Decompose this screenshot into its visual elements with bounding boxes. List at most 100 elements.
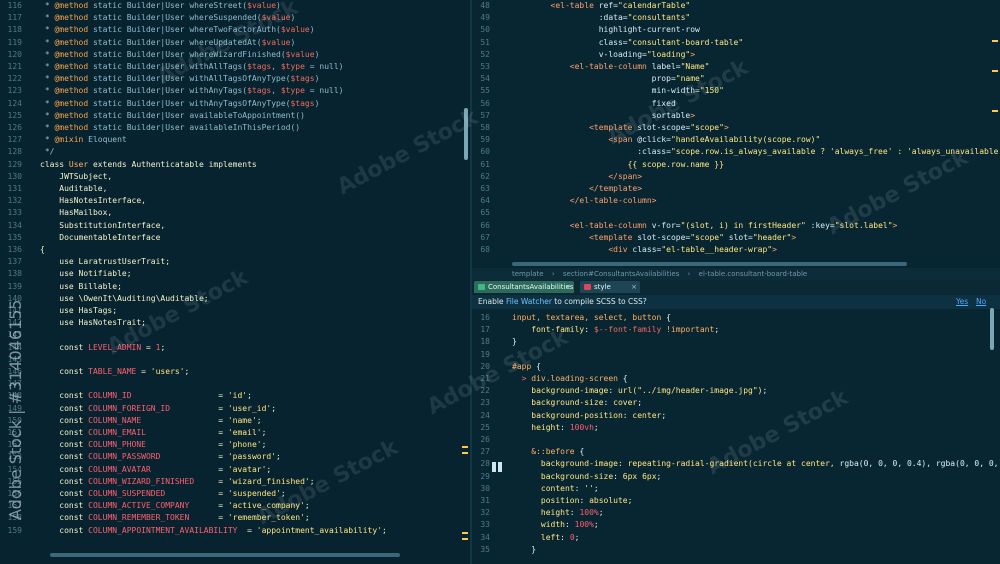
code-line[interactable]: 150 const COLUMN_NAME = 'name';	[0, 415, 470, 427]
code-token: @method	[54, 49, 89, 59]
code-token: COLUMN_PHONE	[88, 440, 146, 450]
code-line[interactable]: 59 <span @click="handleAvailability(scop…	[472, 134, 1000, 146]
code-line[interactable]: 58 <template slot-scope="scope">	[472, 122, 1000, 134]
code-line[interactable]: 117 * @method static Builder|User whereS…	[0, 12, 470, 24]
code-line[interactable]: 22 background-image: url("../img/header-…	[472, 385, 1000, 397]
code-line[interactable]: 157 const COLUMN_ACTIVE_COMPANY = 'activ…	[0, 500, 470, 512]
code-line[interactable]: 34 left: 0;	[472, 532, 1000, 544]
code-token: )	[314, 49, 320, 59]
code-line[interactable]: 57 sortable>	[472, 110, 1000, 122]
close-icon[interactable]: ×	[631, 281, 637, 293]
line-number: 118	[7, 25, 22, 35]
line-number: 117	[7, 13, 22, 23]
code-line[interactable]: 65	[472, 207, 1000, 219]
code-token: JWTSubject,	[40, 171, 113, 181]
left-horizontal-scrollbar[interactable]	[50, 553, 400, 557]
code-line[interactable]: 124 * @method static Builder|User withAn…	[0, 98, 470, 110]
code-line[interactable]: 35 }	[472, 544, 1000, 556]
close-icon[interactable]: ×	[565, 281, 571, 293]
breadcrumb-item[interactable]: template	[512, 270, 544, 278]
notice-yes-link[interactable]: Yes	[956, 295, 968, 309]
code-line[interactable]: 144 const LEVEL_ADMIN = 1;	[0, 342, 470, 354]
code-line[interactable]: 121 * @method static Builder|User withAl…	[0, 61, 470, 73]
code-line[interactable]: 32 height: 100%;	[472, 507, 1000, 519]
right-bottom-editor-pane[interactable]: template › section#ConsultantsAvailabili…	[472, 268, 1000, 564]
code-line[interactable]: 21 > div.loading-screen {	[472, 373, 1000, 385]
code-line[interactable]: 145	[0, 354, 470, 366]
right-bottom-vertical-scrollbar[interactable]	[990, 308, 994, 350]
code-line[interactable]: 68 <div class="el-table__header-wrap">	[472, 244, 1000, 256]
line-number: 62	[480, 171, 490, 181]
code-line[interactable]: 23 background-size: cover;	[472, 397, 1000, 409]
code-line[interactable]: 126 * @method static Builder|User availa…	[0, 122, 470, 134]
code-text: <span @click="handleAvailability(scope.r…	[512, 134, 820, 146]
notice-no-link[interactable]: No	[976, 295, 986, 309]
line-number: 60	[480, 147, 490, 157]
code-token: ref=	[598, 1, 618, 10]
code-line[interactable]: 131 Auditable,	[0, 183, 470, 195]
code-line[interactable]: 133 HasMailbox,	[0, 207, 470, 219]
code-token: $type	[280, 86, 305, 96]
right-top-editor-pane[interactable]: 48 <el-table ref="calendarTable" 49 :data…	[472, 0, 1000, 268]
code-line[interactable]: 159 const COLUMN_APPOINTMENT_AVAILABILIT…	[0, 525, 470, 537]
code-line[interactable]: 16 input, textarea, select, button {	[472, 312, 1000, 324]
code-token: </span>	[512, 171, 643, 181]
breadcrumb-item[interactable]: el-table.consultant-board-table	[699, 270, 808, 278]
code-line[interactable]: 141 use HasTags;	[0, 305, 470, 317]
code-line[interactable]: 122 * @method static Builder|User withAl…	[0, 73, 470, 85]
code-line[interactable]: 132 HasNotesInterface,	[0, 195, 470, 207]
code-line[interactable]: 31 position: absolute;	[472, 495, 1000, 507]
code-line[interactable]: 25 height: 100vh;	[472, 422, 1000, 434]
code-line[interactable]: 66 <el-table-column v-for="(slot, i) in …	[472, 220, 1000, 232]
code-line[interactable]: 55 min-width="150"	[472, 85, 1000, 97]
code-line[interactable]: 130 JWTSubject,	[0, 171, 470, 183]
code-line[interactable]: 158 const COLUMN_REMEMBER_TOKEN = 'remem…	[0, 512, 470, 524]
code-text: <template slot-scope="scope" slot="heade…	[512, 232, 796, 244]
right-top-horizontal-scrollbar[interactable]	[512, 262, 907, 266]
code-line[interactable]: 64 </el-table-column>	[472, 195, 1000, 207]
code-token: v-loading=	[512, 49, 647, 59]
tab-consultants-availabilities[interactable]: ConsultantsAvailabilities ×	[474, 281, 574, 293]
code-line[interactable]: 155 const COLUMN_WIZARD_FINISHED = 'wiza…	[0, 476, 470, 488]
code-token: :	[584, 325, 594, 335]
code-line[interactable]: 143	[0, 329, 470, 341]
code-line[interactable]: 48 <el-table ref="calendarTable"	[472, 0, 1000, 12]
code-line[interactable]: 116 * @method static Builder|User whereS…	[0, 0, 470, 12]
code-line[interactable]: 149 const COLUMN_FOREIGN_ID = 'user_id';	[0, 403, 470, 415]
code-line[interactable]: 20 #app {	[472, 361, 1000, 373]
code-line[interactable]: 49 :data="consultants"	[472, 12, 1000, 24]
code-token: const	[40, 367, 89, 376]
breadcrumb-item[interactable]: section#ConsultantsAvailabilities	[563, 270, 679, 278]
tab-style[interactable]: style ×	[580, 281, 640, 293]
code-line[interactable]: 147	[0, 378, 470, 390]
code-line[interactable]: 148 const COLUMN_ID = 'id';	[0, 390, 470, 402]
code-line[interactable]: 50 highlight-current-row	[472, 24, 1000, 36]
code-line[interactable]: 136 {	[0, 244, 470, 256]
code-line[interactable]: 24 background-position: center;	[472, 410, 1000, 422]
code-line[interactable]: 123 * @method static Builder|User withAn…	[0, 85, 470, 97]
code-token: :	[603, 398, 614, 408]
line-number: 18	[480, 337, 490, 347]
code-line[interactable]: 142 use HasNotesTrait;	[0, 317, 470, 329]
code-line[interactable]: 156 const COLUMN_SUSPENDED = 'suspended'…	[0, 488, 470, 500]
code-line[interactable]: 56 fixed	[472, 98, 1000, 110]
line-number: 28	[480, 459, 490, 469]
code-line[interactable]: 33 width: 100%;	[472, 519, 1000, 531]
code-line[interactable]: 154 const COLUMN_AVATAR = 'avatar';	[0, 464, 470, 476]
code-line[interactable]: 125 * @method static Builder|User availa…	[0, 110, 470, 122]
code-line[interactable]: 51 class="consultant-board-table"	[472, 37, 1000, 49]
right-top-gutter-marker	[992, 40, 998, 42]
code-line[interactable]: 60 :class="scope.row.is_always_available…	[472, 146, 1000, 158]
code-line[interactable]: 152 const COLUMN_PHONE = 'phone';	[0, 439, 470, 451]
code-line[interactable]: 67 <template slot-scope="scope" slot="he…	[472, 232, 1000, 244]
code-line[interactable]: 29 background-size: 6px 6px;	[472, 471, 1000, 483]
code-line[interactable]: 151 const COLUMN_EMAIL = 'email';	[0, 427, 470, 439]
code-token: <el-table	[512, 1, 599, 10]
code-line[interactable]: 30 content: '';	[472, 483, 1000, 495]
code-line[interactable]: 135 DocumentableInterface	[0, 232, 470, 244]
code-text: {{ scope.row.name }}	[512, 159, 724, 171]
line-number: 19	[480, 349, 490, 359]
code-token: >	[690, 110, 696, 120]
code-line[interactable]: 134 SubstitutionInterface,	[0, 220, 470, 232]
code-line[interactable]: 146 const TABLE_NAME = 'users';	[0, 366, 470, 378]
